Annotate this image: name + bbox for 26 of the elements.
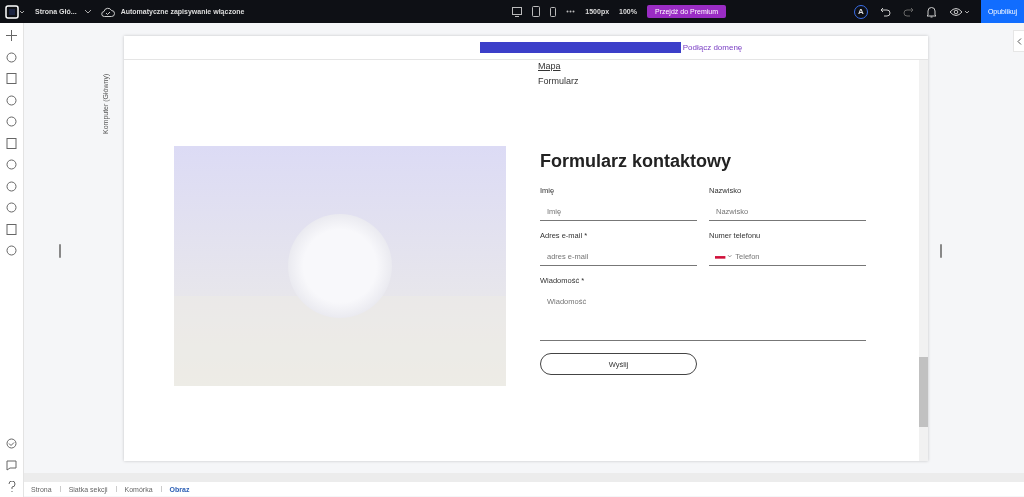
cloud-icon — [100, 6, 115, 17]
scrollbar[interactable] — [24, 473, 1024, 482]
resize-handle[interactable] — [59, 243, 61, 258]
desktop-icon[interactable] — [512, 6, 523, 17]
help-icon[interactable] — [7, 481, 16, 492]
bell-icon[interactable] — [926, 5, 937, 18]
nav-link[interactable]: Mapa — [538, 61, 919, 71]
logo-icon[interactable] — [5, 4, 25, 19]
checklist-icon[interactable] — [6, 438, 17, 449]
resize-handle[interactable] — [939, 243, 942, 258]
form-title: Formularz kontaktowy — [540, 151, 733, 172]
connect-domain-link[interactable]: Podłącz domenę — [682, 43, 743, 52]
plus-icon[interactable] — [6, 30, 17, 41]
eye-icon[interactable] — [949, 6, 969, 17]
more-icon[interactable] — [566, 10, 576, 13]
undo-icon[interactable] — [880, 6, 891, 17]
scrollbar[interactable] — [919, 60, 928, 461]
tablet-icon[interactable] — [532, 6, 541, 17]
caret-icon[interactable] — [84, 9, 91, 14]
chevron-icon[interactable] — [1016, 37, 1022, 45]
chat-icon[interactable] — [6, 459, 17, 471]
nav-link[interactable]: Formularz — [538, 76, 919, 86]
panel-toggle[interactable] — [1013, 30, 1024, 52]
flag-icon[interactable] — [715, 254, 733, 259]
mobile-icon[interactable] — [550, 6, 557, 17]
redo-icon[interactable] — [903, 6, 914, 17]
